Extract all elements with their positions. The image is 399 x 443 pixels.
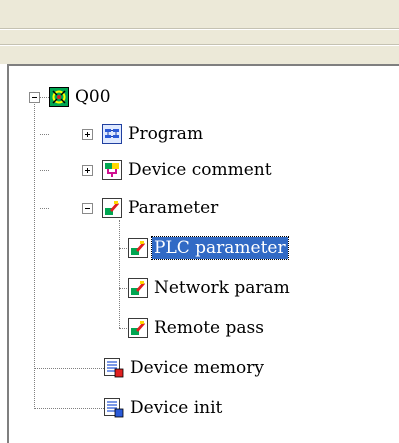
parameter-icon [128,238,148,258]
collapse-toggle-q00[interactable] [29,92,40,103]
plc-project-icon [49,87,69,107]
project-tree[interactable]: Q00 Program Device comment Parameter PLC… [9,66,399,443]
tree-connector [119,328,127,329]
tree-node-remote-pass[interactable]: Remote pass [152,317,266,339]
device-comment-icon [102,160,122,180]
expand-toggle-device-comment[interactable] [82,165,93,176]
toolbar-separator-highlight [0,29,399,30]
device-init-icon [104,398,124,418]
tree-node-plc-parameter[interactable]: PLC parameter [151,236,289,260]
parameter-icon [128,318,148,338]
tree-node-program[interactable]: Program [126,123,205,145]
tree-connector [40,134,49,135]
tree-connector [119,248,127,249]
window-toolbar-area [0,0,399,64]
tree-node-q00[interactable]: Q00 [73,86,113,108]
device-memory-icon [104,358,124,378]
tree-node-device-memory[interactable]: Device memory [128,357,266,379]
toolbar-separator-highlight [0,45,399,46]
program-icon [102,124,122,144]
collapse-toggle-parameter[interactable] [82,203,93,214]
tree-connector [119,288,127,289]
tree-connector [40,208,49,209]
tree-connector [34,368,104,369]
parameter-icon [102,198,122,218]
tree-node-parameter[interactable]: Parameter [126,197,220,219]
tree-connector [40,170,49,171]
tree-node-device-init[interactable]: Device init [128,397,224,419]
expand-toggle-program[interactable] [82,129,93,140]
tree-connector [34,408,104,409]
parameter-icon [128,278,148,298]
tree-node-network-param[interactable]: Network param [152,277,292,299]
tree-connector [40,97,49,98]
tree-connector [119,220,120,328]
tree-node-device-comment[interactable]: Device comment [126,159,274,181]
tree-connector [34,102,35,409]
